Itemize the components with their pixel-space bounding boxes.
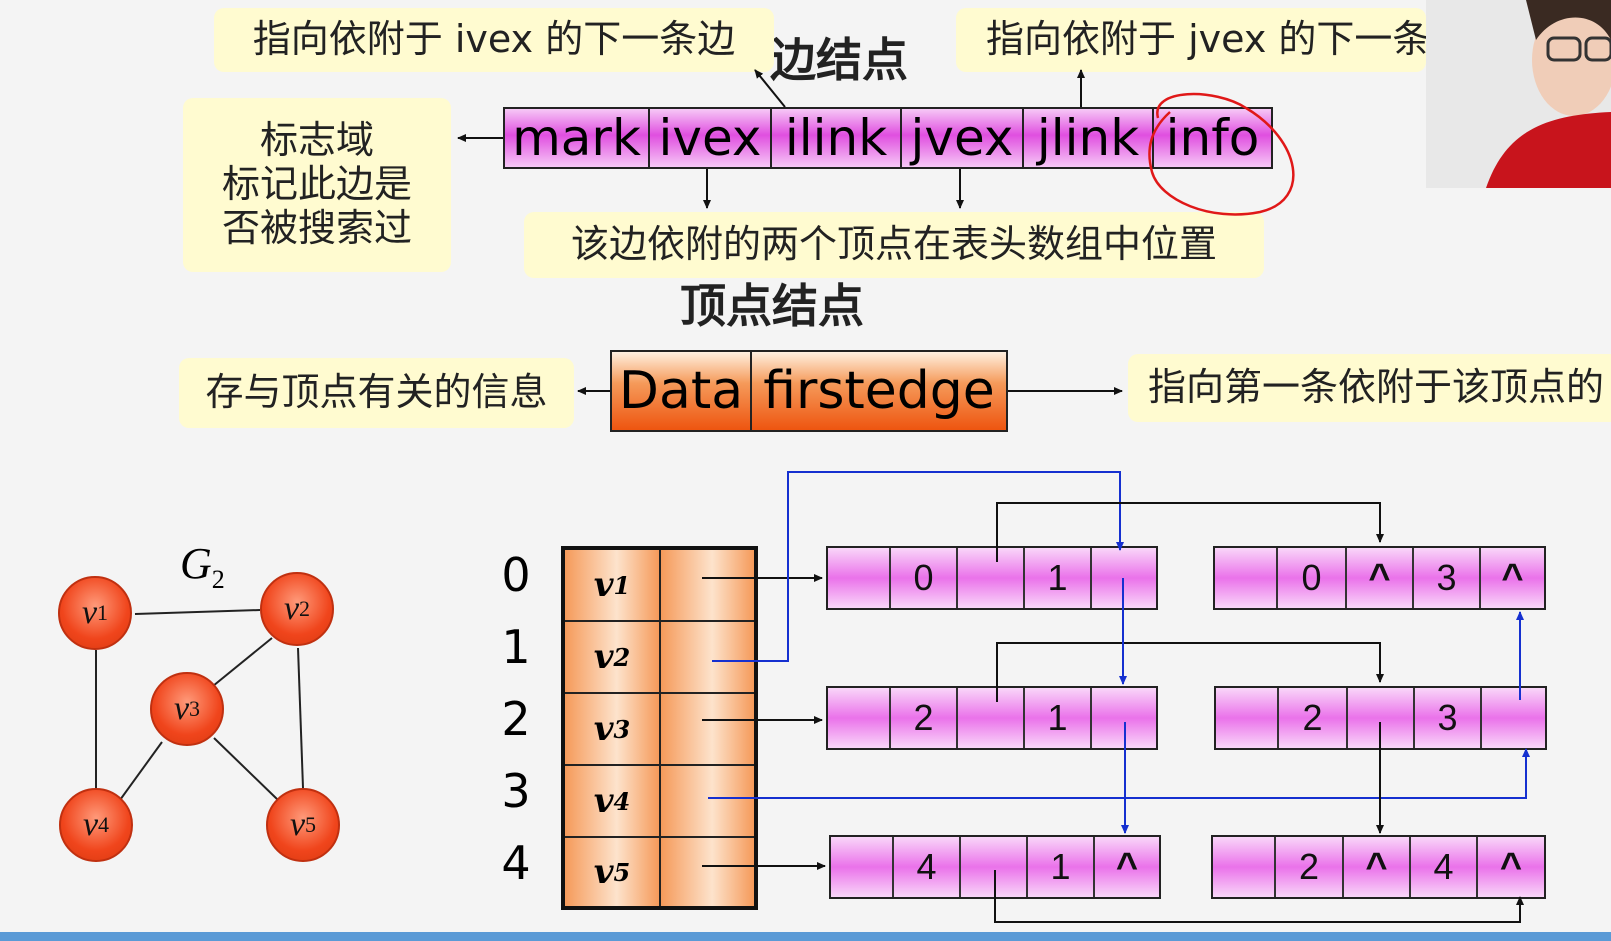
graph-node-v3-sub: 3 (189, 696, 201, 721)
graph-edge-v3-v4 (119, 741, 163, 801)
graph-node-v5: v5 (266, 788, 340, 862)
graph-node-v2-label: v (283, 590, 300, 627)
graph-node-v4-label: v (82, 806, 99, 843)
graph-node-v5-label: v (289, 806, 306, 843)
graph-node-v2-sub: 2 (299, 596, 311, 621)
ilink-v3-chain (996, 642, 1384, 702)
arrow-ilink-note (754, 69, 786, 108)
ilink-v1-chain (996, 502, 1384, 562)
presenter-image (1426, 0, 1611, 188)
pointer-v4-firstedge (708, 748, 1530, 799)
webcam-overlay (1426, 0, 1611, 188)
graph-edge-v2-v5 (297, 647, 304, 789)
info-highlight-circle (1148, 92, 1295, 216)
graph-node-v4-sub: 4 (98, 812, 110, 837)
connector-overlay (95, 69, 1530, 923)
graph-node-v1: v1 (58, 576, 132, 650)
bottom-progress-bar (0, 932, 1611, 941)
graph-node-v2: v2 (260, 572, 334, 646)
pointer-v2-firstedge (712, 471, 1124, 662)
graph-node-v3: v3 (150, 672, 224, 746)
graph-edge-v3-v5 (213, 737, 279, 801)
graph-node-v4: v4 (59, 788, 133, 862)
graph-edge-v1-v2 (134, 609, 261, 615)
graph-node-v5-sub: 5 (305, 812, 317, 837)
ilink-v5-chain (994, 870, 1524, 923)
graph-node-v3-label: v (173, 690, 190, 727)
graph-edge-v2-v3 (212, 637, 273, 687)
graph-node-v1-label: v (81, 594, 98, 631)
graph-node-v1-sub: 1 (97, 600, 109, 625)
